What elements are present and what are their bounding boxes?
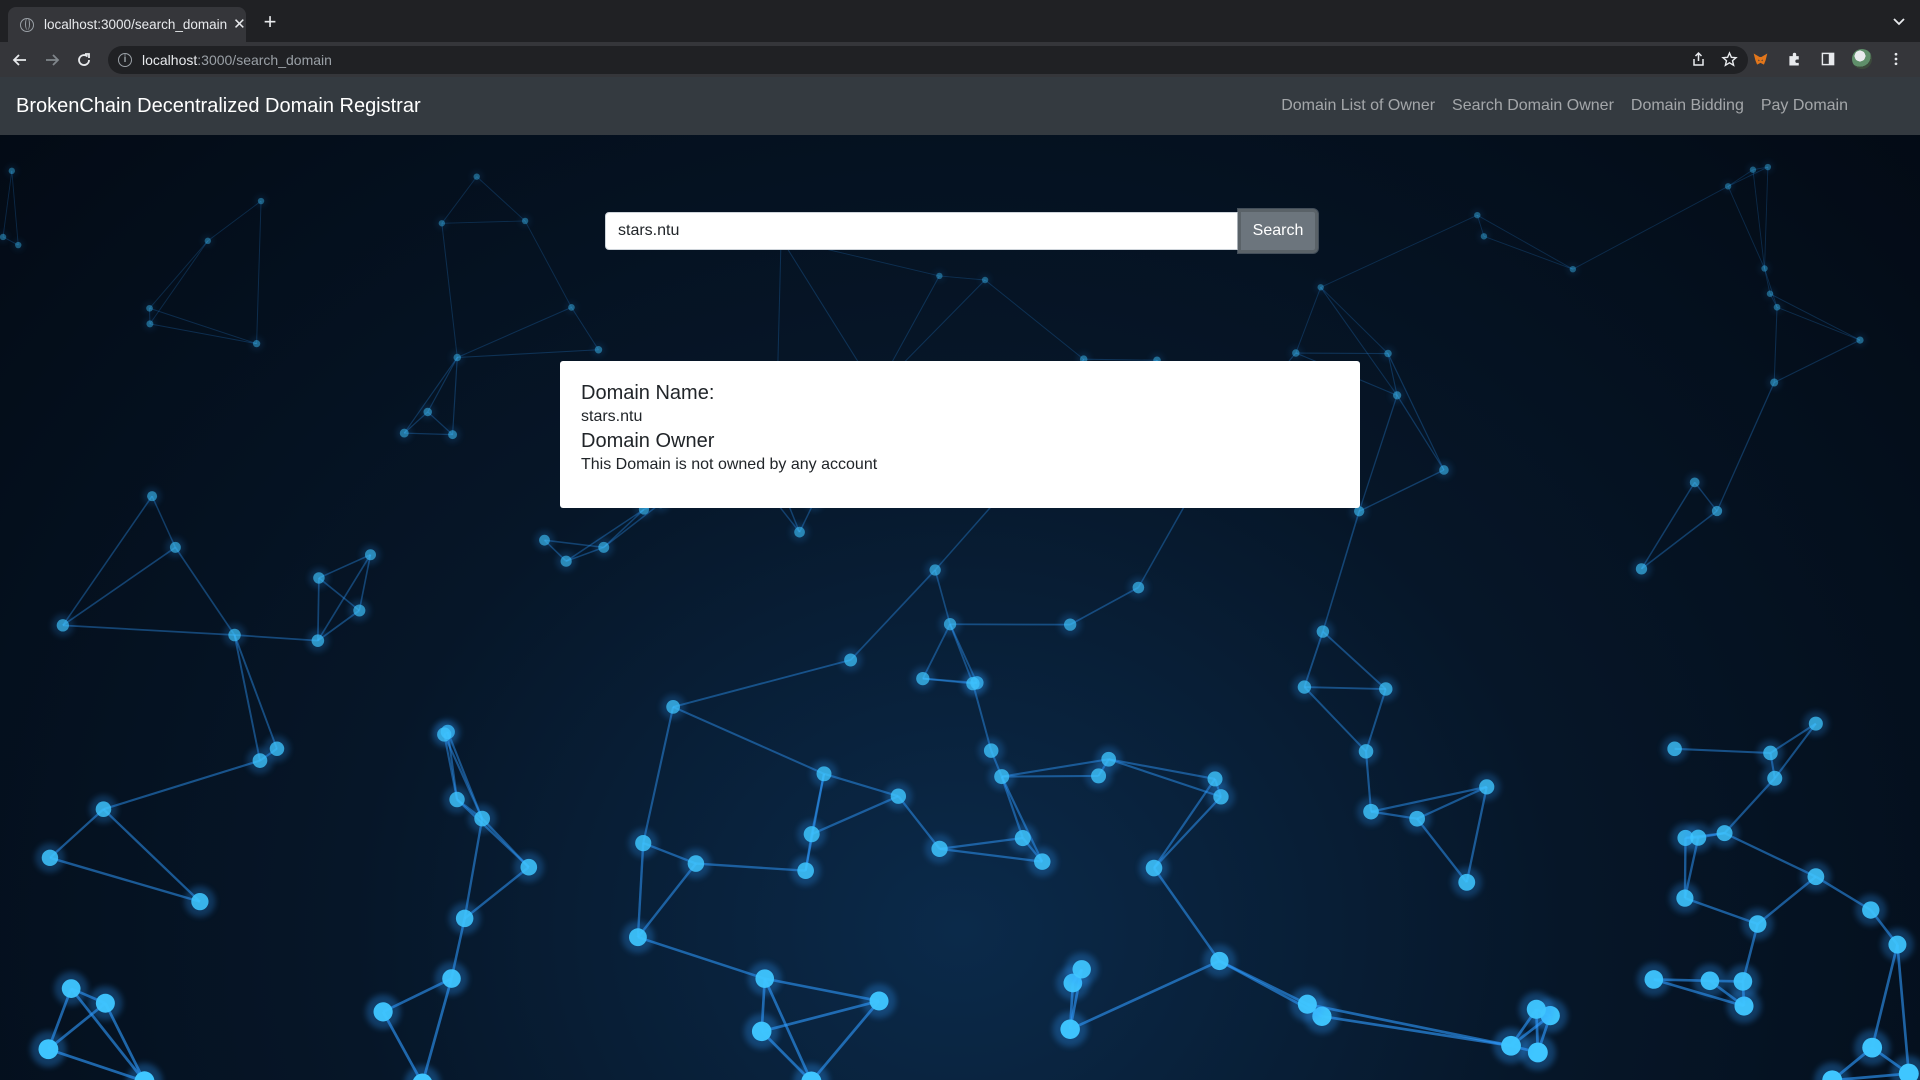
arrow-right-icon — [46, 53, 60, 66]
domain-name-value: stars.ntu — [581, 408, 643, 425]
new-tab-button[interactable]: + — [258, 10, 282, 34]
extensions-puzzle-icon[interactable] — [1784, 49, 1804, 69]
chevron-down-icon[interactable] — [1892, 14, 1906, 28]
profile-avatar[interactable] — [1852, 49, 1872, 69]
browser-tab-strip: localhost:3000/search_domain ✕ + — [0, 0, 1920, 42]
share-icon[interactable] — [1690, 51, 1707, 68]
reload-button[interactable] — [72, 48, 96, 72]
domain-search-input[interactable] — [605, 212, 1238, 250]
metamask-fox-icon[interactable] — [1750, 49, 1770, 69]
navbar-brand[interactable]: BrokenChain Decentralized Domain Registr… — [16, 77, 421, 135]
arrow-left-icon — [12, 53, 26, 66]
domain-search-form: Search — [605, 209, 1318, 253]
close-tab-icon[interactable]: ✕ — [233, 16, 246, 33]
kebab-menu-icon[interactable] — [1886, 49, 1906, 69]
nav-link-pay-domain[interactable]: Pay Domain — [1761, 97, 1848, 115]
url-text: localhost:3000/search_domain — [142, 52, 332, 68]
reload-icon — [78, 52, 90, 66]
domain-owner-heading: Domain Owner — [581, 430, 715, 452]
search-button[interactable]: Search — [1238, 209, 1318, 253]
domain-result-card: Domain Name: stars.ntu Domain Owner This… — [560, 361, 1360, 508]
tab-title: localhost:3000/search_domain — [44, 17, 228, 32]
domain-name-heading: Domain Name: — [581, 382, 715, 404]
page-viewport: BrokenChain Decentralized Domain Registr… — [0, 77, 1920, 1080]
side-panel-icon[interactable] — [1818, 49, 1838, 69]
top-navbar: BrokenChain Decentralized Domain Registr… — [0, 77, 1920, 135]
navbar-links: Domain List of Owner Search Domain Owner… — [1281, 77, 1848, 135]
bookmark-star-icon[interactable] — [1721, 51, 1738, 68]
forward-button[interactable] — [40, 48, 64, 72]
domain-owner-value: This Domain is not owned by any account — [581, 456, 878, 473]
address-bar[interactable]: i localhost:3000/search_domain — [108, 46, 1748, 74]
browser-toolbar: i localhost:3000/search_domain — [0, 42, 1920, 77]
browser-tab[interactable]: localhost:3000/search_domain ✕ — [8, 7, 246, 42]
nav-link-domain-bidding[interactable]: Domain Bidding — [1631, 97, 1744, 115]
nav-link-domain-list-of-owner[interactable]: Domain List of Owner — [1281, 97, 1435, 115]
back-button[interactable] — [8, 48, 32, 72]
nav-link-search-domain-owner[interactable]: Search Domain Owner — [1452, 97, 1614, 115]
info-icon[interactable]: i — [118, 53, 132, 67]
globe-icon — [20, 17, 34, 32]
